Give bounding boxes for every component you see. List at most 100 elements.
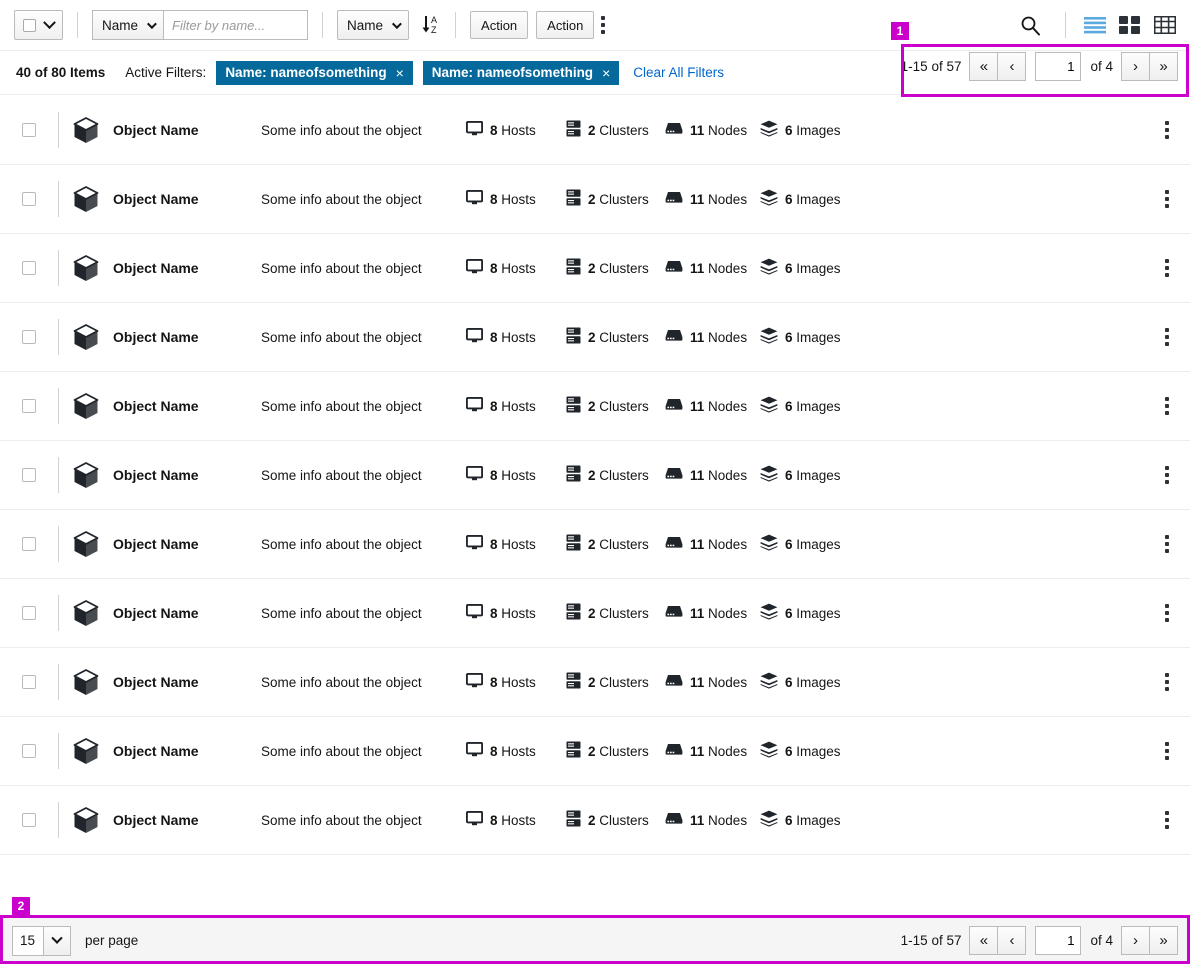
table-row[interactable]: Object Name Some info about the object 8 H… — [0, 441, 1190, 510]
row-actions — [1158, 805, 1176, 835]
stat-hosts: 8 Hosts — [465, 810, 566, 829]
chevron-down-icon[interactable] — [43, 925, 71, 956]
pagination-buttons: « ‹ — [969, 926, 1027, 955]
nodes-label: Nodes — [708, 467, 748, 483]
rack-icon — [566, 120, 581, 140]
page-number-input[interactable] — [1035, 52, 1082, 81]
row-overflow-kebab-icon[interactable] — [1158, 253, 1176, 283]
nodes-label: Nodes — [708, 812, 748, 828]
server-icon — [665, 605, 683, 621]
nodes-label: Nodes — [708, 191, 748, 207]
close-icon[interactable]: × — [396, 66, 404, 80]
images-label: Images — [796, 191, 841, 207]
close-icon[interactable]: × — [602, 66, 610, 80]
row-overflow-kebab-icon[interactable] — [1158, 667, 1176, 697]
nodes-count: 11 — [690, 536, 705, 552]
search-icon[interactable] — [1010, 11, 1051, 40]
table-row[interactable]: Object Name Some info about the object 8 H… — [0, 96, 1190, 165]
table-row[interactable]: Object Name Some info about the object 8 H… — [0, 303, 1190, 372]
row-checkbox[interactable] — [22, 813, 36, 827]
table-row[interactable]: Object Name Some info about the object 8 H… — [0, 717, 1190, 786]
row-checkbox[interactable] — [22, 192, 36, 206]
select-all-checkbox-icon[interactable] — [23, 18, 36, 32]
object-cube-icon — [59, 461, 113, 489]
row-overflow-kebab-icon[interactable] — [1158, 115, 1176, 145]
next-page-button[interactable]: › — [1121, 52, 1150, 81]
hosts-count: 8 — [490, 467, 498, 483]
rack-icon — [566, 741, 581, 761]
row-overflow-kebab-icon[interactable] — [1158, 184, 1176, 214]
last-page-button[interactable]: » — [1149, 926, 1178, 955]
next-page-button[interactable]: › — [1121, 926, 1150, 955]
grid-view-icon[interactable] — [1119, 16, 1141, 34]
nodes-count: 11 — [690, 329, 705, 345]
row-checkbox[interactable] — [22, 330, 36, 344]
row-checkbox[interactable] — [22, 468, 36, 482]
row-checkbox[interactable] — [22, 261, 36, 275]
toolbar-overflow-kebab-icon[interactable] — [594, 10, 612, 40]
object-name-label: Object Name — [113, 605, 199, 621]
sort-attribute-select[interactable]: Name — [337, 10, 410, 40]
first-page-button[interactable]: « — [969, 52, 999, 81]
row-overflow-kebab-icon[interactable] — [1158, 322, 1176, 352]
per-page-select[interactable]: 15 — [12, 925, 71, 956]
first-page-button[interactable]: « — [969, 926, 999, 955]
row-actions — [1158, 598, 1176, 628]
rack-icon — [566, 672, 581, 692]
filter-chip-1[interactable]: Name: nameofsomething × — [216, 60, 413, 85]
table-row[interactable]: Object Name Some info about the object 8 H… — [0, 510, 1190, 579]
row-checkbox[interactable] — [22, 675, 36, 689]
row-checkbox[interactable] — [22, 744, 36, 758]
table-row[interactable]: Object Name Some info about the object 8 H… — [0, 372, 1190, 441]
row-checkbox[interactable] — [22, 537, 36, 551]
active-filters-label: Active Filters: — [125, 65, 207, 80]
prev-page-button[interactable]: ‹ — [997, 926, 1027, 955]
table-row[interactable]: Object Name Some info about the object 8 H… — [0, 234, 1190, 303]
clusters-count: 2 — [588, 329, 596, 345]
object-name-label: Object Name — [113, 743, 199, 759]
table-row[interactable]: Object Name Some info about the object 8 H… — [0, 165, 1190, 234]
row-overflow-kebab-icon[interactable] — [1158, 391, 1176, 421]
hosts-count: 8 — [490, 329, 498, 345]
row-overflow-kebab-icon[interactable] — [1158, 805, 1176, 835]
pagination-buttons: « ‹ — [969, 52, 1027, 81]
stat-images: 6 Images — [760, 120, 855, 140]
row-select-cell — [0, 468, 58, 482]
clear-all-filters-link[interactable]: Clear All Filters — [633, 65, 724, 80]
table-view-icon[interactable] — [1154, 16, 1176, 34]
images-count: 6 — [785, 605, 793, 621]
row-overflow-kebab-icon[interactable] — [1158, 460, 1176, 490]
action-button-1[interactable]: Action — [470, 11, 529, 39]
bulk-select-dropdown[interactable] — [14, 10, 63, 40]
monitor-icon — [465, 534, 484, 553]
stat-nodes: 11 Nodes — [665, 536, 760, 552]
row-overflow-kebab-icon[interactable] — [1158, 598, 1176, 628]
layers-icon — [760, 327, 778, 347]
toolbar-right-group — [1010, 11, 1176, 40]
filter-attribute-select[interactable]: Name — [92, 10, 164, 40]
last-page-button[interactable]: » — [1149, 52, 1178, 81]
nodes-count: 11 — [690, 674, 705, 690]
table-row[interactable]: Object Name Some info about the object 8 H… — [0, 579, 1190, 648]
nodes-label: Nodes — [708, 122, 748, 138]
prev-page-button[interactable]: ‹ — [997, 52, 1027, 81]
row-overflow-kebab-icon[interactable] — [1158, 736, 1176, 766]
monitor-icon — [465, 672, 484, 691]
page-number-input[interactable] — [1035, 926, 1082, 955]
clusters-label: Clusters — [599, 536, 649, 552]
clusters-label: Clusters — [599, 467, 649, 483]
monitor-icon — [465, 189, 484, 208]
filter-text-input[interactable] — [163, 10, 309, 40]
row-overflow-kebab-icon[interactable] — [1158, 529, 1176, 559]
row-checkbox[interactable] — [22, 123, 36, 137]
row-checkbox[interactable] — [22, 606, 36, 620]
row-checkbox[interactable] — [22, 399, 36, 413]
filter-chip-2[interactable]: Name: nameofsomething × — [422, 60, 620, 85]
sort-alpha-down-icon[interactable]: A Z — [421, 14, 441, 36]
list-view-icon[interactable] — [1084, 16, 1106, 34]
object-description-label: Some info about the object — [261, 398, 422, 414]
action-button-2[interactable]: Action — [536, 11, 595, 39]
table-row[interactable]: Object Name Some info about the object 8 H… — [0, 648, 1190, 717]
table-row[interactable]: Object Name Some info about the object 8 H… — [0, 786, 1190, 855]
monitor-icon — [465, 120, 484, 139]
